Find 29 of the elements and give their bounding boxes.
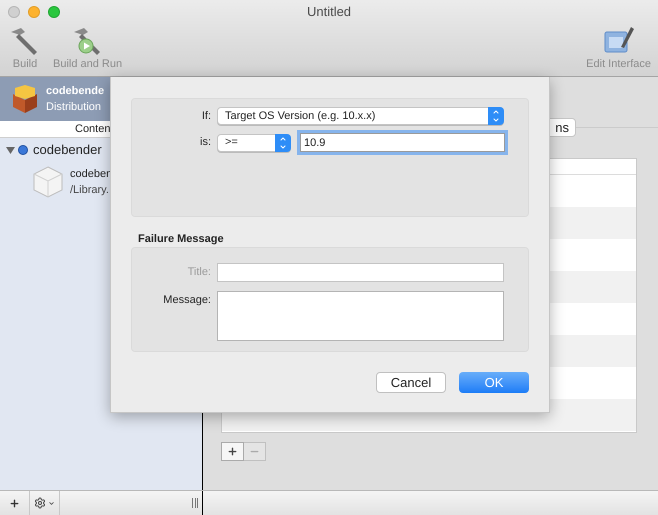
- close-button[interactable]: [8, 6, 20, 18]
- popup-button[interactable]: >=: [217, 134, 291, 152]
- dialog-button[interactable]: Cancel: [376, 372, 446, 393]
- version-field[interactable]: 10.9: [300, 133, 505, 152]
- stepper-icon: [488, 107, 504, 125]
- stepper-icon: [275, 134, 291, 152]
- popup-button[interactable]: Target OS Version (e.g. 10.x.x): [217, 107, 504, 125]
- message-field[interactable]: [217, 291, 504, 341]
- file-path: /Library.: [70, 183, 110, 198]
- package-icon: [10, 84, 40, 114]
- window-title: Untitled: [306, 3, 352, 22]
- package-title: codebende: [46, 84, 104, 99]
- field-label: Message:: [162, 293, 211, 308]
- package-subtitle: Distribution: [46, 100, 102, 115]
- disclosure-triangle-icon[interactable]: [6, 146, 15, 154]
- tree-item[interactable]: codebender: [33, 140, 102, 160]
- minimize-button[interactable]: [28, 6, 40, 18]
- section-heading: Failure Message: [138, 233, 225, 246]
- plus-icon: [227, 446, 238, 457]
- field-label: is:: [199, 135, 211, 150]
- zoom-button[interactable]: [48, 6, 60, 18]
- cube-icon: [32, 165, 64, 199]
- field-label: If:: [200, 108, 211, 124]
- resize-handle[interactable]: [192, 498, 198, 508]
- plus-icon: [9, 498, 20, 508]
- gear-icon: [34, 497, 46, 509]
- field-label: Title:: [186, 265, 211, 280]
- caret-icon: [48, 500, 55, 506]
- add-button[interactable]: [221, 442, 244, 461]
